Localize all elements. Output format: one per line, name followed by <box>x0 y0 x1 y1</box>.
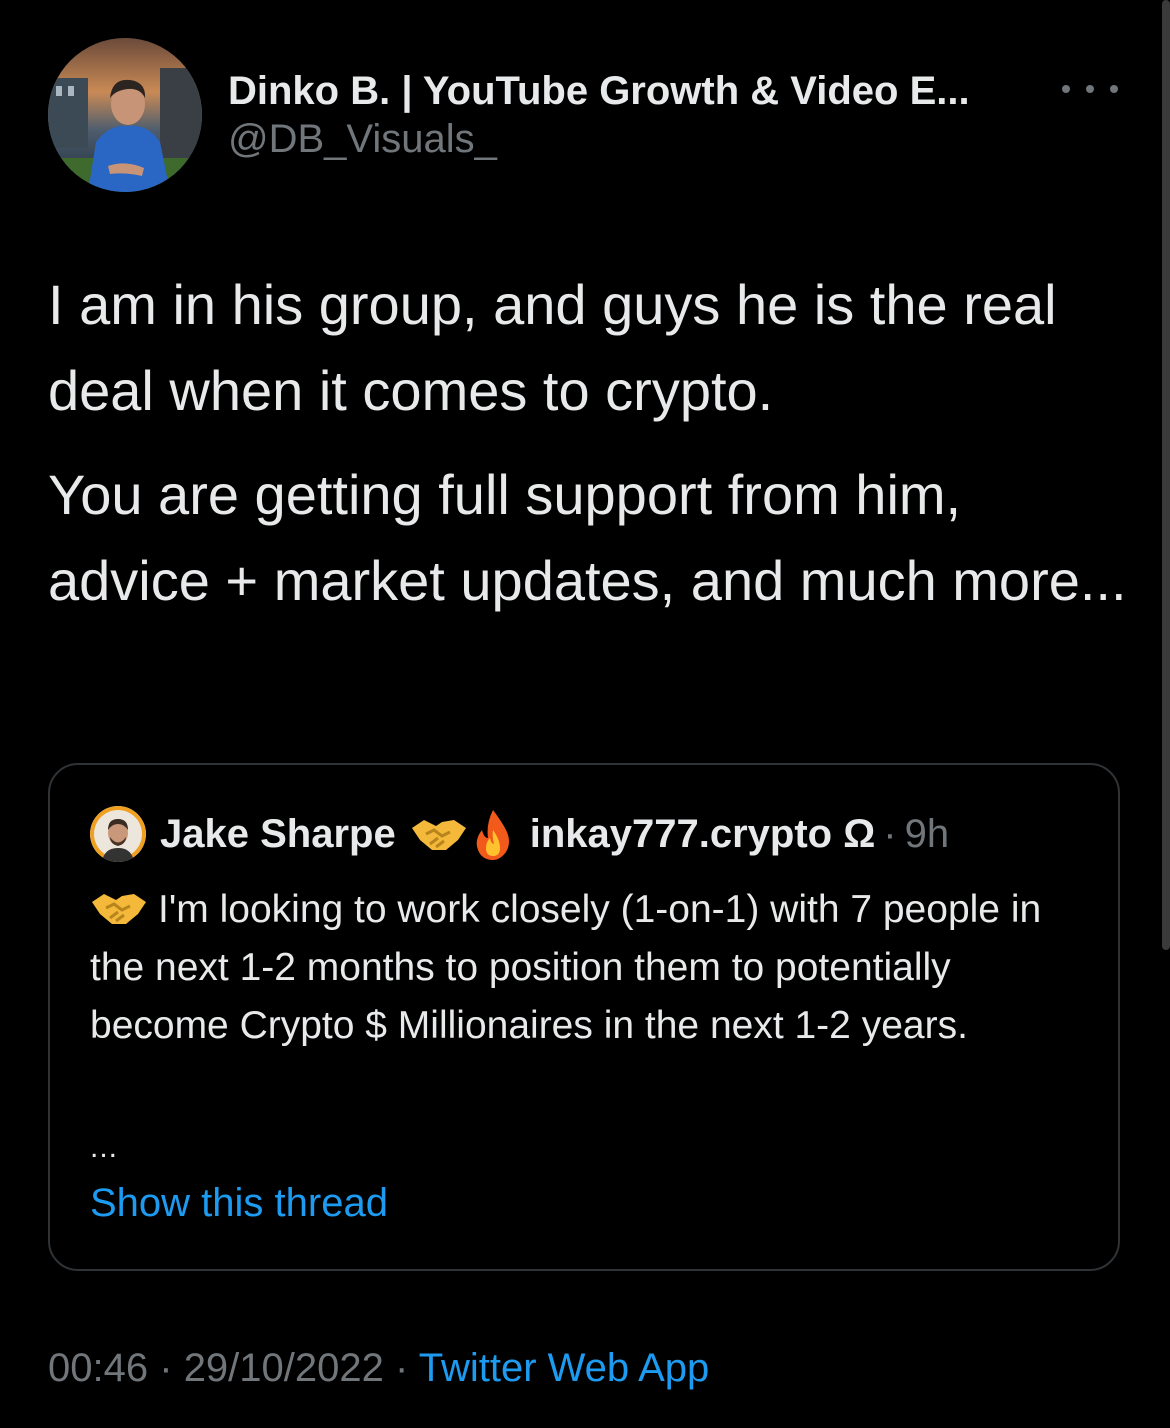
tweet-time[interactable]: 00:46 <box>48 1346 148 1390</box>
tweet-header: Dinko B. | YouTube Growth & Video E... @… <box>48 38 1128 194</box>
quoted-separator: · <box>883 811 897 856</box>
quoted-author-name[interactable]: Jake Sharpe <box>160 812 396 857</box>
tweet-paragraph: I am in his group, and guys he is the re… <box>48 273 1057 422</box>
quoted-tweet-text: I'm looking to work closely (1-on-1) wit… <box>90 888 1042 1047</box>
quoted-tweet-ellipsis: ... <box>90 1131 119 1164</box>
scrollbar[interactable] <box>1160 0 1170 1428</box>
more-options-button[interactable] <box>1062 74 1118 104</box>
quoted-author-avatar <box>90 806 146 862</box>
handshake-emoji-icon <box>411 820 466 850</box>
tweet-date[interactable]: 29/10/2022 <box>184 1346 384 1390</box>
tweet-text: I am in his group, and guys he is the re… <box>48 262 1128 642</box>
quoted-author-name-suffix[interactable]: inkay777.crypto Ω <box>530 812 876 857</box>
quoted-tweet-card[interactable]: Jake Sharpe inkay777.crypto Ω · 9h I'm l… <box>48 763 1120 1271</box>
tweet-footer: 00:46 · 29/10/2022 · Twitter Web App <box>48 1346 709 1391</box>
tweet-paragraph: You are getting full support from him, a… <box>48 463 1127 612</box>
footer-separator: · <box>395 1346 409 1390</box>
fire-emoji-icon <box>476 810 509 860</box>
handshake-emoji-icon <box>92 893 146 924</box>
scrollbar-thumb[interactable] <box>1162 0 1170 950</box>
more-horizontal-icon <box>1062 85 1070 93</box>
footer-separator: · <box>159 1346 173 1390</box>
author-avatar[interactable] <box>48 38 202 192</box>
author-handle[interactable]: @DB_Visuals_ <box>228 116 1068 162</box>
quoted-time-ago[interactable]: 9h <box>905 812 950 857</box>
quoted-tweet-body: I'm looking to work closely (1-on-1) wit… <box>90 881 1090 1055</box>
tweet-source-link[interactable]: Twitter Web App <box>419 1346 710 1390</box>
author-name[interactable]: Dinko B. | YouTube Growth & Video E... <box>228 68 1068 114</box>
more-horizontal-icon-dot <box>1086 85 1094 93</box>
more-horizontal-icon-dot <box>1110 85 1118 93</box>
show-thread-link[interactable]: Show this thread <box>90 1181 388 1226</box>
quoted-tweet-header: Jake Sharpe inkay777.crypto Ω · 9h <box>90 805 949 863</box>
